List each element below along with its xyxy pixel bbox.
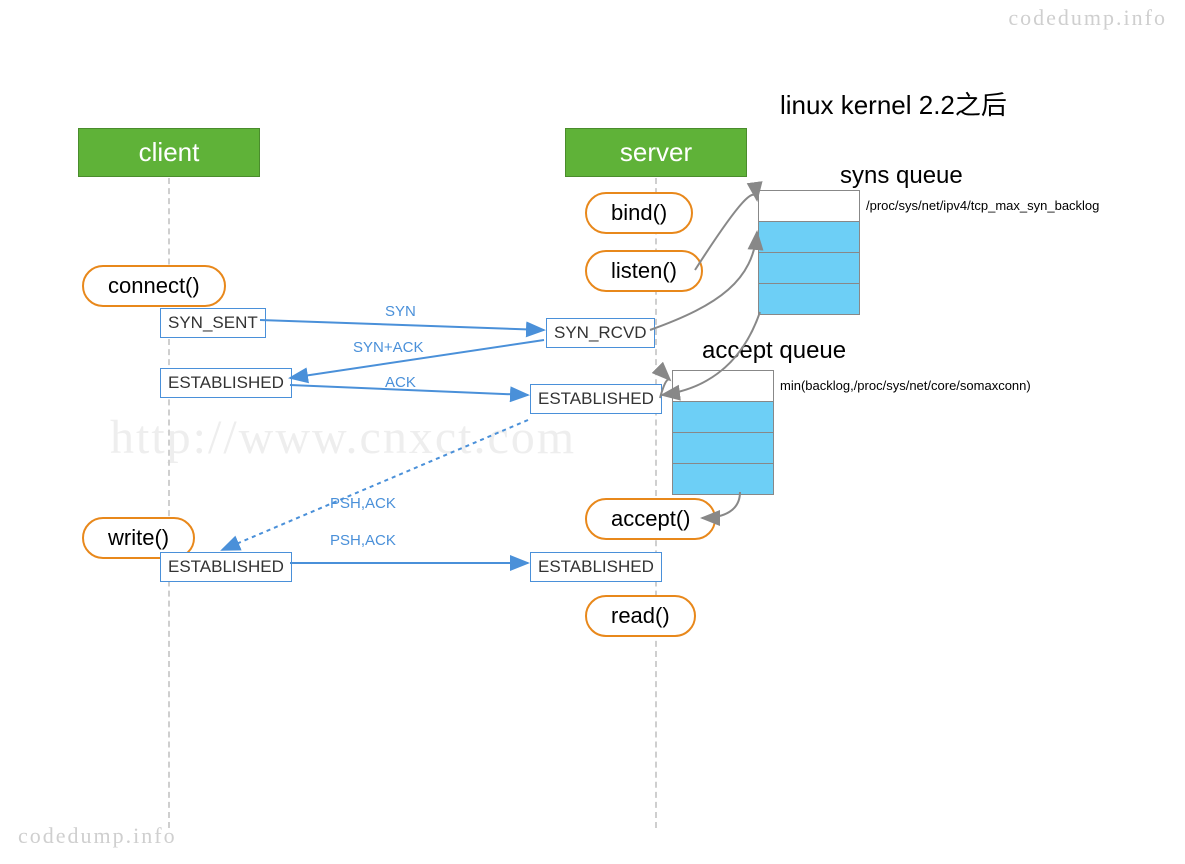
queue-row (673, 432, 773, 463)
msg-pshack-2: PSH,ACK (330, 532, 396, 549)
bind-call: bind() (585, 192, 693, 234)
state-syn-sent: SYN_SENT (160, 308, 266, 338)
watermark-top: codedump.info (1008, 5, 1167, 31)
diagram-title: linux kernel 2.2之后 (780, 85, 1007, 122)
syns-queue-title: syns queue (840, 162, 963, 190)
accept-queue-title: accept queue (702, 337, 846, 365)
read-call: read() (585, 595, 696, 637)
queue-row (673, 463, 773, 494)
syns-queue (758, 190, 860, 315)
accept-call: accept() (585, 498, 716, 540)
msg-synack: SYN+ACK (353, 339, 423, 356)
state-established-client-1: ESTABLISHED (160, 368, 292, 398)
queue-row (759, 191, 859, 221)
state-established-server-1: ESTABLISHED (530, 384, 662, 414)
connect-call: connect() (82, 265, 226, 307)
state-established-server-2: ESTABLISHED (530, 552, 662, 582)
listen-call: listen() (585, 250, 703, 292)
watermark-center: http://www.cnxct.com (110, 410, 576, 465)
client-header: client (78, 128, 260, 177)
server-header: server (565, 128, 747, 177)
state-established-client-2: ESTABLISHED (160, 552, 292, 582)
accept-queue (672, 370, 774, 495)
syns-queue-path: /proc/sys/net/ipv4/tcp_max_syn_backlog (866, 198, 1099, 213)
msg-ack: ACK (385, 374, 416, 391)
queue-row (673, 401, 773, 432)
watermark-bottom: codedump.info (18, 823, 177, 849)
queue-row (759, 283, 859, 314)
msg-pshack-1: PSH,ACK (330, 495, 396, 512)
accept-queue-path: min(backlog,/proc/sys/net/core/somaxconn… (780, 378, 1031, 393)
msg-syn: SYN (385, 303, 416, 320)
queue-row (759, 221, 859, 252)
state-syn-rcvd: SYN_RCVD (546, 318, 655, 348)
queue-row (759, 252, 859, 283)
queue-row (673, 371, 773, 401)
